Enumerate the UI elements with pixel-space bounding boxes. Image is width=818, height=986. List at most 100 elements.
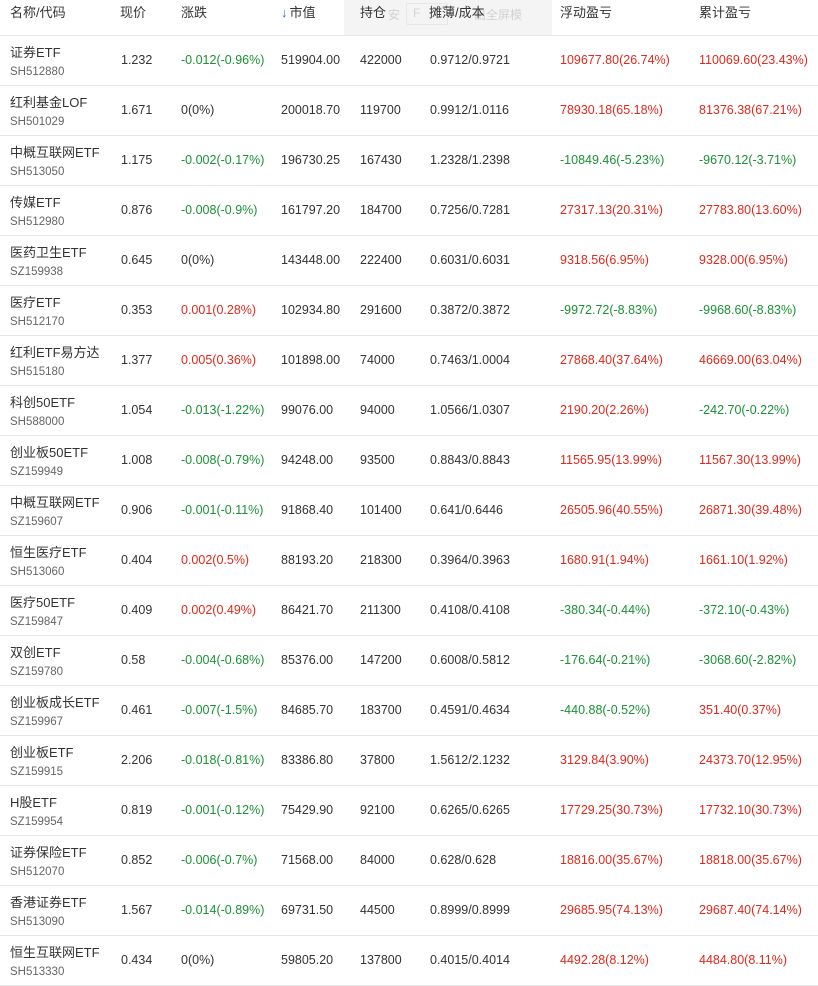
change-cell: -0.001(-0.11%) xyxy=(181,503,264,517)
holdings-table: 名称/代码 现价 涨跌 ↓ 市值 安 F 出全屏模 持仓 摊薄/成本 浮动盈亏 累… xyxy=(0,0,818,986)
total-pnl-cell: -372.10(-0.43%) xyxy=(699,603,790,617)
change-cell: 0.005(0.36%) xyxy=(181,353,257,367)
table-row[interactable]: 传媒ETF SH512980 0.876 -0.008(-0.9%) 16179… xyxy=(0,186,818,236)
price-cell: 2.206 xyxy=(121,753,153,767)
total-pnl-cell: 351.40(0.37%) xyxy=(699,703,782,717)
col-total-pnl[interactable]: 累计盈亏 xyxy=(699,0,751,35)
change-cell: -0.008(-0.9%) xyxy=(181,203,258,217)
table-row[interactable]: 香港证券ETF SH513090 1.567 -0.014(-0.89%) 69… xyxy=(0,886,818,936)
position-cell: 184700 xyxy=(360,203,402,217)
fund-code: SH588000 xyxy=(10,416,65,428)
name-code-cell: 中概互联网ETF SZ159607 xyxy=(10,492,100,528)
col-cost[interactable]: 摊薄/成本 xyxy=(429,0,485,35)
table-row[interactable]: 双创ETF SZ159780 0.58 -0.004(-0.68%) 85376… xyxy=(0,636,818,686)
fund-name[interactable]: 证券ETF xyxy=(10,42,64,61)
change-cell: -0.008(-0.79%) xyxy=(181,453,265,467)
float-pnl-cell: 29685.95(74.13%) xyxy=(560,903,663,917)
table-row[interactable]: 创业板ETF SZ159915 2.206 -0.018(-0.81%) 833… xyxy=(0,736,818,786)
fund-name[interactable]: 创业板成长ETF xyxy=(10,692,100,711)
fund-name[interactable]: 中概互联网ETF xyxy=(10,492,100,511)
cost-cell: 0.6031/0.6031 xyxy=(430,253,510,267)
table-row[interactable]: 证券保险ETF SH512070 0.852 -0.006(-0.7%) 715… xyxy=(0,836,818,886)
table-row[interactable]: 恒生医疗ETF SH513060 0.404 0.002(0.5%) 88193… xyxy=(0,536,818,586)
table-row[interactable]: 医疗ETF SH512170 0.353 0.001(0.28%) 102934… xyxy=(0,286,818,336)
table-row[interactable]: H股ETF SZ159954 0.819 -0.001(-0.12%) 7542… xyxy=(0,786,818,836)
fund-name[interactable]: 传媒ETF xyxy=(10,192,64,211)
col-float-pnl[interactable]: 浮动盈亏 xyxy=(560,0,612,35)
table-row[interactable]: 科创50ETF SH588000 1.054 -0.013(-1.22%) 99… xyxy=(0,386,818,436)
change-cell: 0.002(0.49%) xyxy=(181,603,257,617)
name-code-cell: 医疗50ETF SZ159847 xyxy=(10,592,75,628)
table-row[interactable]: 创业板成长ETF SZ159967 0.461 -0.007(-1.5%) 84… xyxy=(0,686,818,736)
float-pnl-cell: 78930.18(65.18%) xyxy=(560,103,663,117)
fund-name[interactable]: 创业板50ETF xyxy=(10,442,88,461)
market-value-cell: 161797.20 xyxy=(281,203,341,217)
total-pnl-cell: 18818.00(35.67%) xyxy=(699,853,802,867)
col-change[interactable]: 涨跌 xyxy=(181,0,207,35)
table-row[interactable]: 证券ETF SH512880 1.232 -0.012(-0.96%) 5199… xyxy=(0,36,818,86)
fund-name[interactable]: 双创ETF xyxy=(10,642,63,661)
fund-name[interactable]: 证券保险ETF xyxy=(10,842,87,861)
fund-name[interactable]: 医疗ETF xyxy=(10,292,64,311)
market-value-cell: 84685.70 xyxy=(281,703,334,717)
fund-code: SH513330 xyxy=(10,966,65,978)
price-cell: 1.377 xyxy=(121,353,153,367)
fund-name[interactable]: 中概互联网ETF xyxy=(10,142,100,161)
col-position[interactable]: 持仓 xyxy=(360,0,386,35)
col-market-value[interactable]: ↓ 市值 xyxy=(281,0,316,35)
name-code-cell: H股ETF SZ159954 xyxy=(10,792,63,828)
table-row[interactable]: 红利ETF易方达 SH515180 1.377 0.005(0.36%) 101… xyxy=(0,336,818,386)
position-cell: 74000 xyxy=(360,353,395,367)
fund-name[interactable]: 恒生医疗ETF xyxy=(10,542,87,561)
fund-name[interactable]: 创业板ETF xyxy=(10,742,74,761)
cost-cell: 0.8843/0.8843 xyxy=(430,453,510,467)
change-cell: -0.018(-0.81%) xyxy=(181,753,265,767)
price-cell: 0.876 xyxy=(121,203,153,217)
table-row[interactable]: 医药卫生ETF SZ159938 0.645 0(0%) 143448.00 2… xyxy=(0,236,818,286)
name-code-cell: 恒生医疗ETF SH513060 xyxy=(10,542,87,578)
position-cell: 147200 xyxy=(360,653,402,667)
price-cell: 0.852 xyxy=(121,853,153,867)
table-row[interactable]: 创业板50ETF SZ159949 1.008 -0.008(-0.79%) 9… xyxy=(0,436,818,486)
price-cell: 0.461 xyxy=(121,703,153,717)
float-pnl-cell: 2190.20(2.26%) xyxy=(560,403,649,417)
fund-name[interactable]: 红利ETF易方达 xyxy=(10,342,100,361)
table-row[interactable]: 中概互联网ETF SH513050 1.175 -0.002(-0.17%) 1… xyxy=(0,136,818,186)
fund-name[interactable]: 恒生互联网ETF xyxy=(10,942,100,961)
name-code-cell: 医药卫生ETF SZ159938 xyxy=(10,242,87,278)
col-name-code[interactable]: 名称/代码 xyxy=(10,0,66,35)
fund-name[interactable]: 科创50ETF xyxy=(10,392,75,411)
total-pnl-cell: 24373.70(12.95%) xyxy=(699,753,802,767)
table-row[interactable]: 医疗50ETF SZ159847 0.409 0.002(0.49%) 8642… xyxy=(0,586,818,636)
fund-name[interactable]: 医药卫生ETF xyxy=(10,242,87,261)
table-row[interactable]: 中概互联网ETF SZ159607 0.906 -0.001(-0.11%) 9… xyxy=(0,486,818,536)
float-pnl-cell: -440.88(-0.52%) xyxy=(560,703,651,717)
fund-code: SZ159954 xyxy=(10,816,64,828)
total-pnl-cell: 11567.30(13.99%) xyxy=(699,453,801,467)
cost-cell: 0.641/0.6446 xyxy=(430,503,503,517)
change-cell: 0.001(0.28%) xyxy=(181,303,257,317)
fund-name[interactable]: H股ETF xyxy=(10,792,63,811)
position-cell: 218300 xyxy=(360,553,402,567)
position-cell: 183700 xyxy=(360,703,402,717)
total-pnl-cell: 1661.10(1.92%) xyxy=(699,553,788,567)
name-code-cell: 双创ETF SZ159780 xyxy=(10,642,63,678)
fund-name[interactable]: 香港证券ETF xyxy=(10,892,87,911)
name-code-cell: 证券保险ETF SH512070 xyxy=(10,842,87,878)
price-cell: 0.906 xyxy=(121,503,153,517)
fund-code: SZ159967 xyxy=(10,716,64,728)
change-cell: -0.002(-0.17%) xyxy=(181,153,265,167)
fund-code: SZ159847 xyxy=(10,616,64,628)
change-cell: -0.013(-1.22%) xyxy=(181,403,265,417)
cost-cell: 0.6008/0.5812 xyxy=(430,653,510,667)
fund-code: SH512170 xyxy=(10,316,65,328)
table-row[interactable]: 恒生互联网ETF SH513330 0.434 0(0%) 59805.20 1… xyxy=(0,936,818,986)
col-price[interactable]: 现价 xyxy=(120,0,146,35)
fund-name[interactable]: 医疗50ETF xyxy=(10,592,75,611)
change-cell: -0.001(-0.12%) xyxy=(181,803,265,817)
fund-name[interactable]: 红利基金LOF xyxy=(10,92,87,111)
total-pnl-cell: -9670.12(-3.71%) xyxy=(699,153,797,167)
float-pnl-cell: 17729.25(30.73%) xyxy=(560,803,663,817)
change-cell: -0.007(-1.5%) xyxy=(181,703,258,717)
table-row[interactable]: 红利基金LOF SH501029 1.671 0(0%) 200018.70 1… xyxy=(0,86,818,136)
